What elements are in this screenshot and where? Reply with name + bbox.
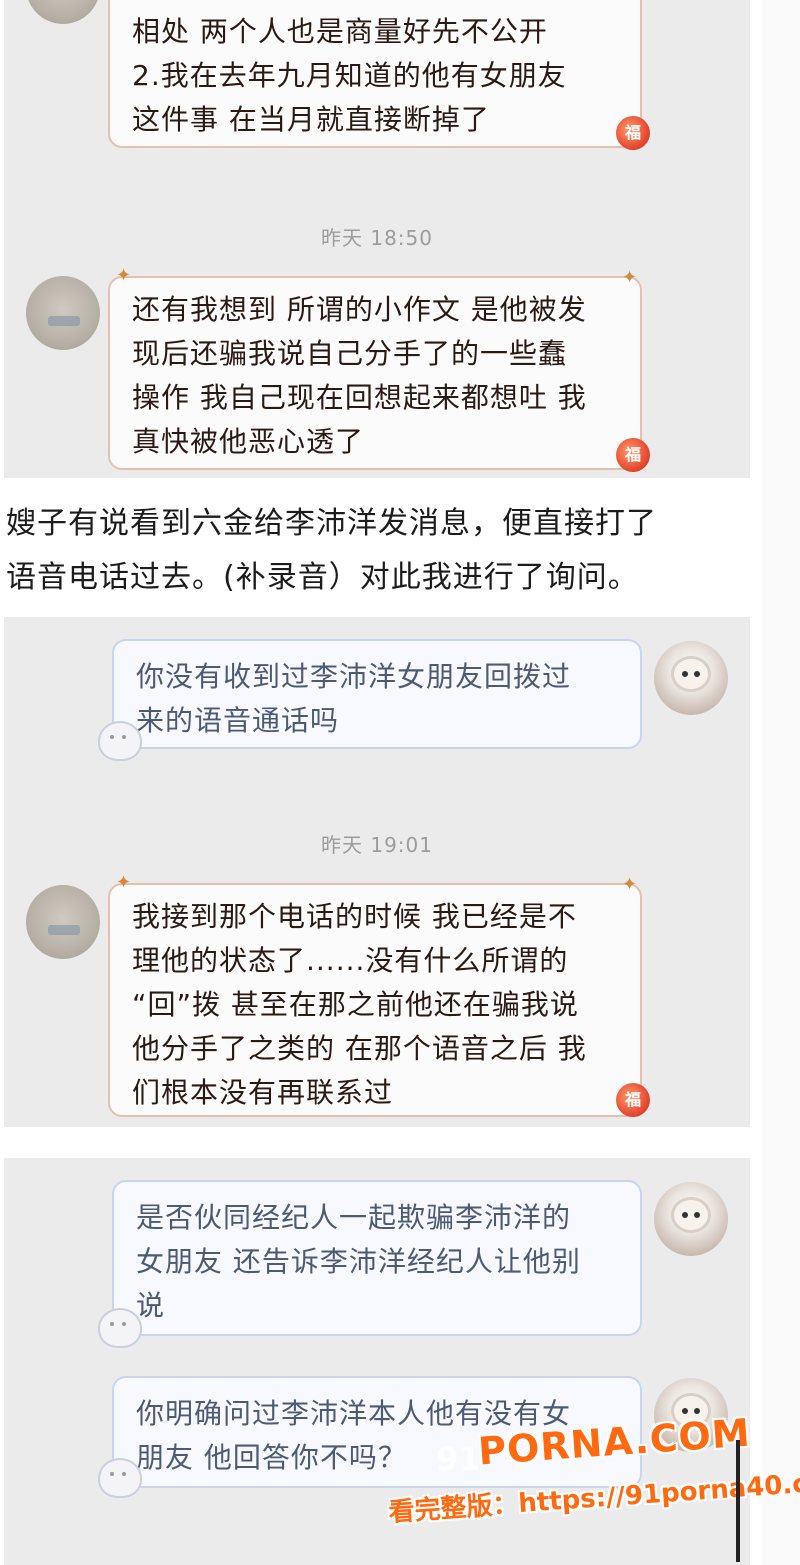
chat-panel-1: 相处 两个人也是商量好先不公开 2.我在去年九月知道的他有女朋友 这件事 在当月… bbox=[4, 0, 750, 478]
message-text: 我接到那个电话的时候 我已经是不 理他的状态了......没有什么所谓的 “回”… bbox=[132, 900, 587, 1109]
message-bubble-received[interactable]: 相处 两个人也是商量好先不公开 2.我在去年九月知道的他有女朋友 这件事 在当月… bbox=[108, 0, 650, 150]
message-bubble-sent[interactable]: 你没有收到过李沛洋女朋友回拨过 来的语音通话吗 bbox=[98, 639, 642, 761]
star-decoration-icon: ✦ bbox=[116, 265, 132, 286]
message-bubble-received[interactable]: 我接到那个电话的时候 我已经是不 理他的状态了......没有什么所谓的 “回”… bbox=[108, 874, 650, 1117]
fu-sticker-icon: 福 bbox=[616, 1083, 650, 1117]
star-decoration-icon: ✦ bbox=[116, 872, 132, 893]
avatar-contact[interactable] bbox=[26, 276, 100, 350]
message-timestamp: 昨天 19:01 bbox=[321, 833, 433, 857]
star-decoration-icon: ✦ bbox=[622, 874, 638, 895]
watermark-prefix: 91 bbox=[436, 1440, 481, 1478]
avatar-contact[interactable] bbox=[26, 0, 100, 24]
chat-panel-2: 你没有收到过李沛洋女朋友回拨过 来的语音通话吗 昨天 19:01 我接到那个电话… bbox=[4, 617, 750, 1127]
message-timestamp: 昨天 18:50 bbox=[321, 226, 433, 250]
message-text: 是否伙同经纪人一起欺骗李沛洋的 女朋友 还告诉李沛洋经纪人让他别 说 bbox=[136, 1201, 581, 1322]
message-bubble-received[interactable]: 还有我想到 所谓的小作文 是他被发 现后还骗我说自己分手了的一些蠢 操作 我自己… bbox=[108, 267, 650, 472]
message-text: 你没有收到过李沛洋女朋友回拨过 来的语音通话吗 bbox=[136, 660, 572, 737]
message-bubble-sent[interactable]: 是否伙同经纪人一起欺骗李沛洋的 女朋友 还告诉李沛洋经纪人让他别 说 bbox=[98, 1180, 642, 1348]
avatar-self[interactable] bbox=[654, 641, 728, 715]
page-right-edge bbox=[762, 0, 800, 1565]
fu-sticker-icon: 福 bbox=[616, 438, 650, 472]
avatar-self[interactable] bbox=[654, 1182, 728, 1256]
fu-sticker-icon: 福 bbox=[616, 116, 650, 150]
message-text: 相处 两个人也是商量好先不公开 2.我在去年九月知道的他有女朋友 这件事 在当月… bbox=[132, 15, 567, 136]
avatar-contact[interactable] bbox=[26, 885, 100, 959]
cloud-sticker-icon bbox=[98, 721, 142, 761]
star-decoration-icon: ✦ bbox=[622, 267, 638, 288]
cloud-sticker-icon bbox=[98, 1458, 142, 1498]
narration-text: 嫂子有说看到六金给李沛洋发消息，便直接打了 语音电话过去。(补录音）对此我进行了… bbox=[6, 506, 657, 595]
message-text: 还有我想到 所谓的小作文 是他被发 现后还骗我说自己分手了的一些蠢 操作 我自己… bbox=[132, 293, 587, 458]
scrollbar[interactable] bbox=[736, 1440, 740, 1562]
cloud-sticker-icon bbox=[98, 1308, 142, 1348]
